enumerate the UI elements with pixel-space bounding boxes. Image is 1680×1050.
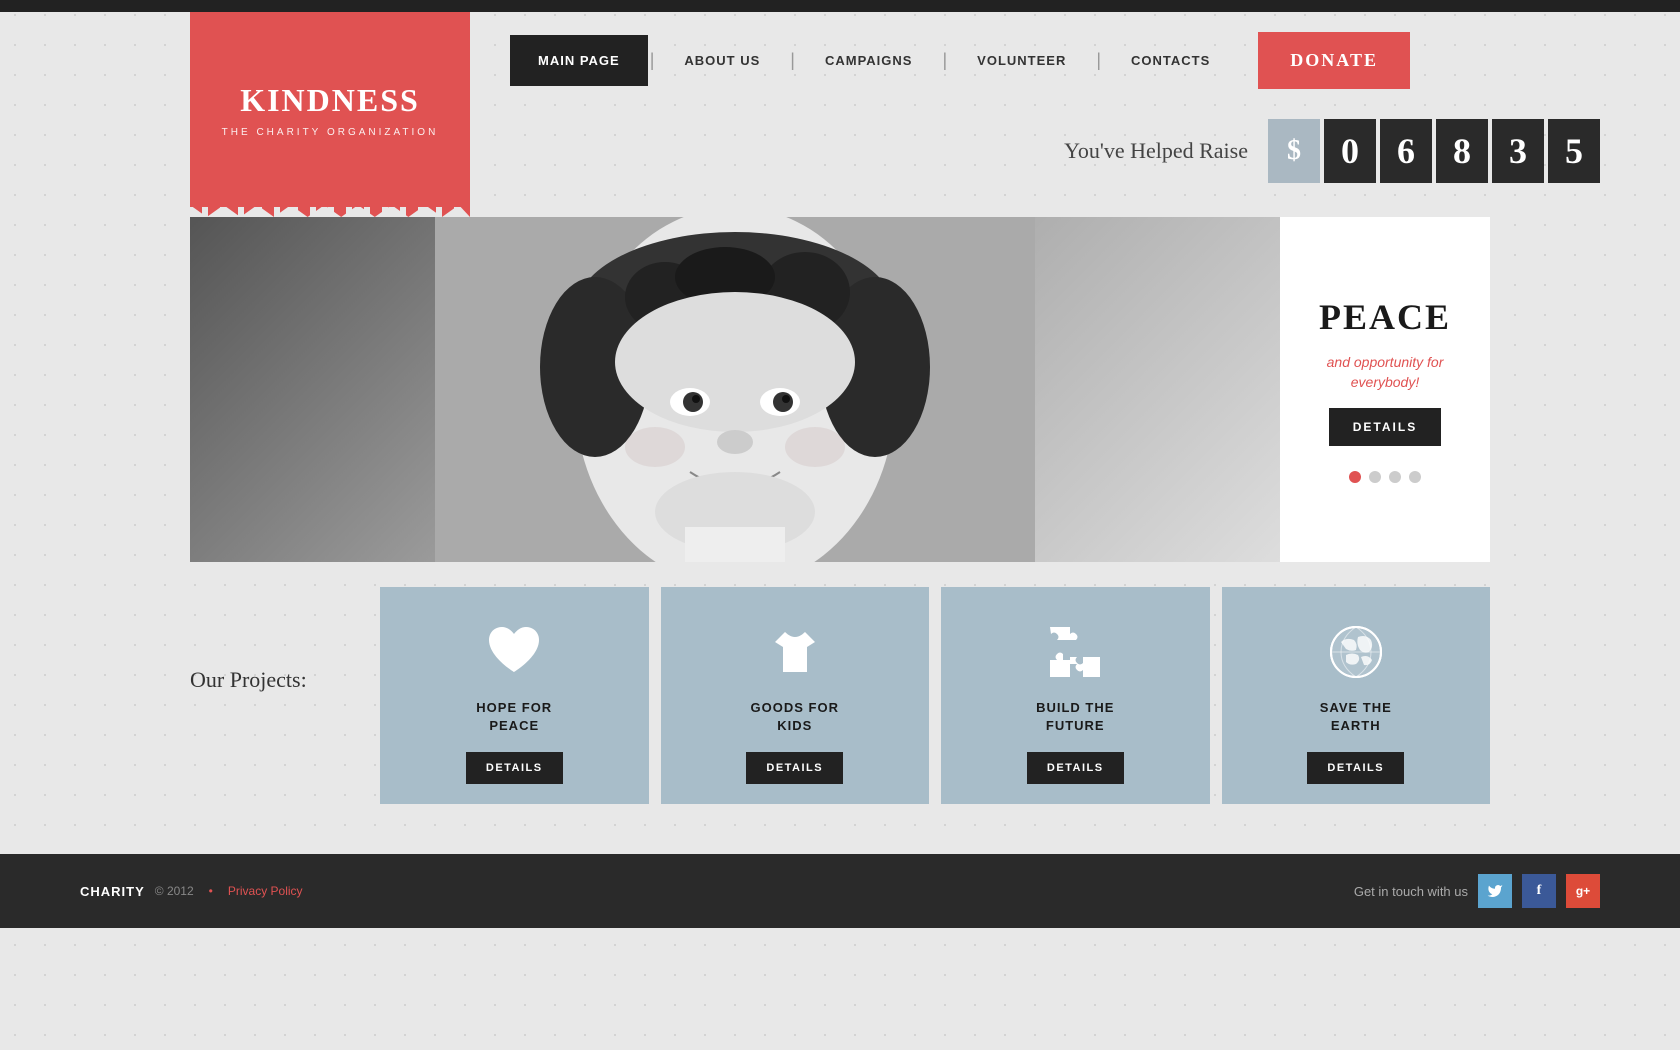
counter-section: You've Helped Raise $ 0 6 8 3 5 (510, 89, 1680, 203)
hero-details-button[interactable]: DETAILS (1329, 408, 1441, 446)
counter-digit-2: 8 (1436, 119, 1488, 183)
hero-subtext: and opportunity for everybody! (1300, 353, 1470, 392)
project-card-earth[interactable]: SAVE THEEARTH DETAILS (1222, 587, 1491, 804)
puzzle-icon (1040, 617, 1110, 687)
main-content: PEACE and opportunity for everybody! DET… (190, 217, 1490, 834)
project-details-earth[interactable]: DETAILS (1307, 752, 1404, 784)
hero-heading: PEACE (1319, 296, 1451, 338)
footer-copyright: © 2012 (155, 884, 194, 898)
projects-label: Our Projects: (190, 587, 350, 693)
project-details-build[interactable]: DETAILS (1027, 752, 1124, 784)
project-card-hope[interactable]: HOPE FORPEACE DETAILS (380, 587, 649, 804)
top-bar (0, 0, 1680, 12)
footer-social-label: Get in touch with us (1354, 884, 1468, 899)
counter-digit-3: 3 (1492, 119, 1544, 183)
hero-text-panel: PEACE and opportunity for everybody! DET… (1280, 217, 1490, 562)
nav-sep-3: | (940, 50, 949, 71)
project-details-hope[interactable]: DETAILS (466, 752, 563, 784)
nav-campaigns[interactable]: CAMPAIGNS (797, 35, 940, 86)
shirt-icon (760, 617, 830, 687)
footer-right: Get in touch with us f g+ (1354, 874, 1600, 908)
counter-digit-0: 0 (1324, 119, 1376, 183)
footer-separator: • (209, 884, 213, 898)
counter-digit-1: 6 (1380, 119, 1432, 183)
nav-volunteer[interactable]: VOLUNTEER (949, 35, 1094, 86)
hero-image-svg (435, 217, 1035, 562)
nav-sep-4: | (1094, 50, 1103, 71)
project-card-build[interactable]: BUILD THEFUTURE DETAILS (941, 587, 1210, 804)
nav-about-us[interactable]: ABOUT US (656, 35, 788, 86)
counter-currency: $ (1268, 119, 1320, 183)
slider-dot-2[interactable] (1369, 471, 1381, 483)
counter-display: $ 0 6 8 3 5 (1268, 119, 1600, 183)
footer-left: CHARITY © 2012 • Privacy Policy (80, 884, 303, 899)
projects-section: Our Projects: HOPE FORPEACE DETAILS (190, 587, 1490, 834)
slider-dot-1[interactable] (1349, 471, 1361, 483)
footer-brand: CHARITY (80, 884, 145, 899)
donate-button[interactable]: DONATE (1258, 32, 1410, 89)
google-plus-button[interactable]: g+ (1566, 874, 1600, 908)
nav-area: MAIN PAGE | ABOUT US | CAMPAIGNS | VOLUN… (470, 12, 1680, 203)
project-name-goods: GOODS FORKIDS (751, 699, 839, 735)
projects-grid: HOPE FORPEACE DETAILS GOODS FORKIDS DETA… (380, 587, 1490, 804)
globe-icon (1321, 617, 1391, 687)
project-name-earth: SAVE THEEARTH (1320, 699, 1392, 735)
nav-main-page[interactable]: MAIN PAGE (510, 35, 648, 86)
nav-sep-2: | (788, 50, 797, 71)
slider-dot-3[interactable] (1389, 471, 1401, 483)
project-card-goods[interactable]: GOODS FORKIDS DETAILS (661, 587, 930, 804)
facebook-button[interactable]: f (1522, 874, 1556, 908)
nav-bar: MAIN PAGE | ABOUT US | CAMPAIGNS | VOLUN… (510, 32, 1680, 89)
hero-slider: PEACE and opportunity for everybody! DET… (190, 217, 1490, 562)
hero-image (190, 217, 1280, 562)
project-name-build: BUILD THEFUTURE (1036, 699, 1114, 735)
nav-sep-1: | (648, 50, 657, 71)
project-details-goods[interactable]: DETAILS (746, 752, 843, 784)
counter-label: You've Helped Raise (1064, 138, 1248, 164)
footer-privacy-link[interactable]: Privacy Policy (228, 884, 303, 898)
header: KINDNESS THE CHARITY ORGANIZATION MAIN P… (0, 12, 1680, 217)
twitter-button[interactable] (1478, 874, 1512, 908)
heart-icon (479, 617, 549, 687)
slider-dots (1349, 471, 1421, 483)
logo-title: KINDNESS (240, 82, 420, 119)
slider-dot-4[interactable] (1409, 471, 1421, 483)
logo-subtitle: THE CHARITY ORGANIZATION (222, 127, 439, 138)
facebook-icon: f (1537, 883, 1542, 899)
footer: CHARITY © 2012 • Privacy Policy Get in t… (0, 854, 1680, 928)
nav-contacts[interactable]: CONTACTS (1103, 35, 1238, 86)
counter-digit-4: 5 (1548, 119, 1600, 183)
google-plus-icon: g+ (1576, 884, 1590, 898)
project-name-hope: HOPE FORPEACE (476, 699, 552, 735)
logo-block[interactable]: KINDNESS THE CHARITY ORGANIZATION (190, 12, 470, 207)
